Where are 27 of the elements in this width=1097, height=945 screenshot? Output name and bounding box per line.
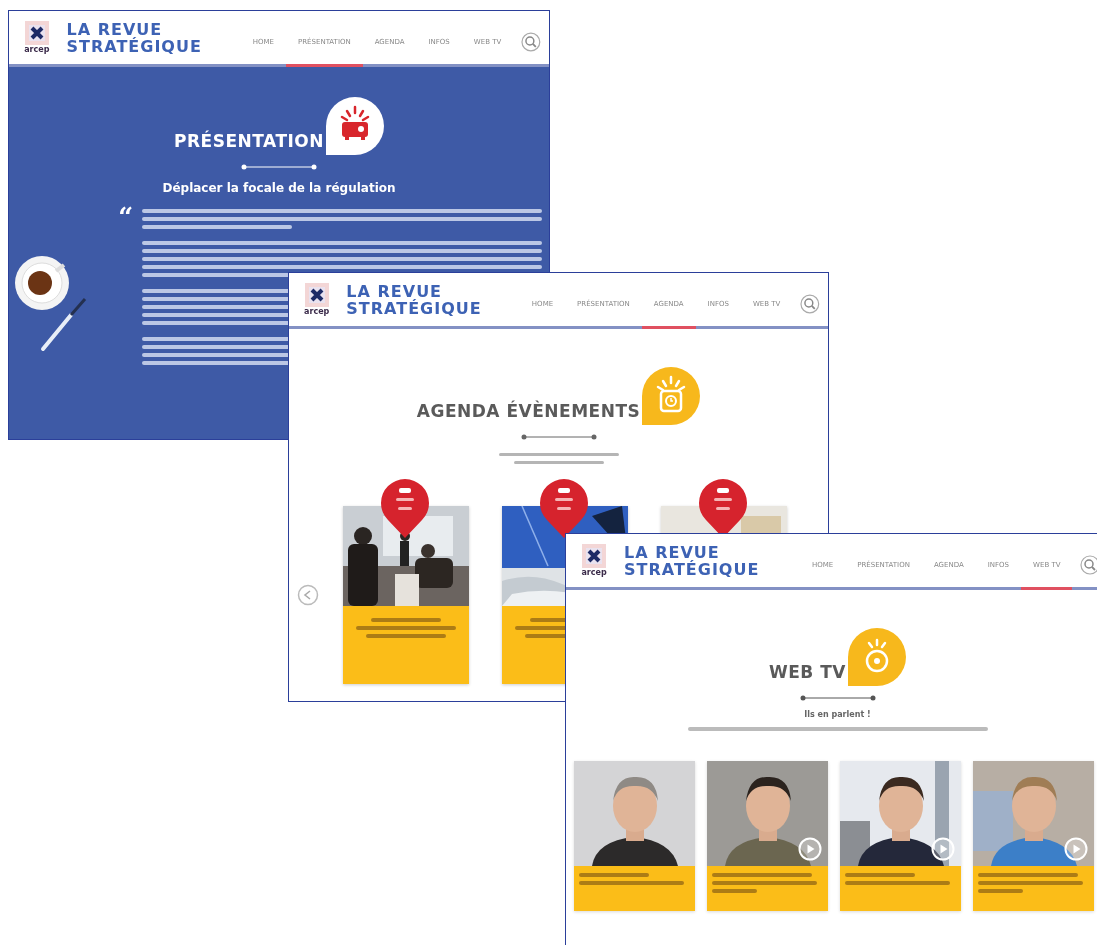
coffee-cup-drawing bbox=[12, 253, 72, 313]
video-card[interactable] bbox=[840, 761, 961, 911]
video-card[interactable] bbox=[574, 761, 695, 911]
date-badge bbox=[379, 478, 431, 540]
camera-lens-icon bbox=[848, 628, 906, 686]
quote-mark: “ bbox=[118, 205, 135, 234]
pen-drawing bbox=[39, 297, 89, 353]
search-icon[interactable] bbox=[800, 293, 820, 314]
logo-icon bbox=[302, 283, 331, 307]
search-icon[interactable] bbox=[521, 31, 541, 52]
site-title: LA REVUE STRATÉGIQUE bbox=[624, 543, 761, 578]
site-title: LA REVUE STRATÉGIQUE bbox=[66, 20, 203, 55]
logo-text: arcep bbox=[581, 568, 607, 577]
logo-icon bbox=[580, 544, 608, 568]
site-title: LA REVUE STRATÉGIQUE bbox=[346, 282, 483, 317]
section-subtitle: Déplacer la focale de la régulation bbox=[161, 181, 397, 195]
play-icon[interactable] bbox=[931, 837, 955, 861]
section-title: AGENDA ÉVÈNEMENTS bbox=[416, 401, 641, 421]
logo-text: arcep bbox=[24, 45, 50, 54]
projector-icon bbox=[326, 97, 384, 155]
tagline: Ils en parlent ! bbox=[803, 710, 872, 719]
section-title: PRÉSENTATION bbox=[174, 131, 324, 151]
search-icon[interactable] bbox=[1080, 554, 1097, 575]
logo-icon bbox=[22, 21, 51, 45]
logo-text: arcep bbox=[304, 307, 330, 316]
section-title: WEB TV bbox=[769, 662, 846, 682]
alarm-clock-icon bbox=[642, 367, 701, 425]
